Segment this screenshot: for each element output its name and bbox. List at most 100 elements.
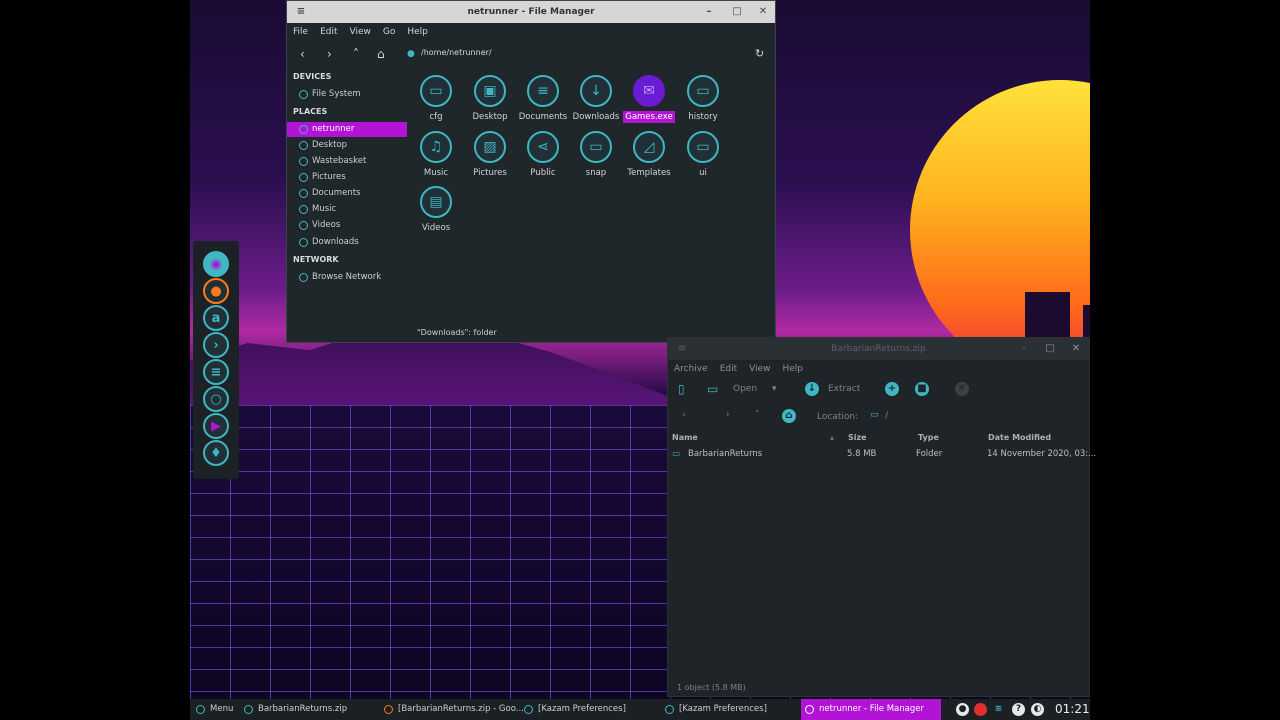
- store-icon[interactable]: a: [203, 305, 229, 331]
- app-dock: ◉ ● a › ≡ ○ ▶ ♦: [193, 241, 239, 479]
- forward-icon[interactable]: ›: [726, 410, 730, 420]
- open-folder-icon[interactable]: ▭: [707, 382, 718, 396]
- templates-folder-icon: ◿: [633, 131, 665, 163]
- sidebar-item-file-system[interactable]: File System: [287, 87, 407, 102]
- file-item-snap[interactable]: ▭ snap: [568, 131, 624, 179]
- file-item-history[interactable]: ▭ history: [675, 75, 731, 123]
- extract-icon[interactable]: ↓: [805, 382, 819, 396]
- sidebar-item-documents[interactable]: Documents: [287, 186, 407, 201]
- close-icon[interactable]: ✕: [755, 4, 771, 20]
- new-archive-icon[interactable]: ▯: [678, 382, 685, 396]
- menu-edit[interactable]: Edit: [314, 23, 343, 41]
- file-item-downloads[interactable]: ↓ Downloads: [568, 75, 624, 123]
- devices-header: DEVICES: [293, 72, 332, 81]
- file-item-videos[interactable]: ▤ Videos: [408, 186, 464, 234]
- minimize-icon[interactable]: –: [701, 4, 717, 20]
- file-item-documents[interactable]: ≡ Documents: [515, 75, 571, 123]
- network-icon[interactable]: ≋: [992, 703, 1005, 716]
- up-icon[interactable]: ˄: [755, 410, 760, 420]
- refresh-icon[interactable]: ↻: [755, 41, 764, 67]
- archive-titlebar[interactable]: ≡ BarbarianReturns.zip – □ ✕: [668, 338, 1089, 360]
- sidebar-item-pictures[interactable]: Pictures: [287, 170, 407, 185]
- navigation-toolbar: ‹ › ˄ ⌂ ● ↻: [287, 41, 775, 67]
- open-dropdown-icon[interactable]: ▾: [772, 384, 777, 394]
- drive-icon: [299, 90, 308, 99]
- file-item-music[interactable]: ♫ Music: [408, 131, 464, 179]
- search-icon[interactable]: ○: [203, 386, 229, 412]
- task-file-manager[interactable]: netrunner - File Manager: [801, 699, 941, 720]
- file-item-templates[interactable]: ◿ Templates: [621, 131, 677, 179]
- file-manager-icon: [805, 705, 814, 714]
- chat-icon[interactable]: ●: [956, 703, 969, 716]
- menu-file[interactable]: File: [287, 23, 314, 41]
- media-player-icon[interactable]: ▶: [203, 413, 229, 439]
- window-menu-icon[interactable]: ≡: [293, 4, 309, 20]
- menu-view[interactable]: View: [344, 23, 377, 41]
- file-item-games-exe[interactable]: ✉ Games.exe: [621, 75, 677, 123]
- archive-menu-bar: Archive Edit View Help: [668, 360, 1089, 378]
- settings-sliders-icon[interactable]: ≡: [203, 359, 229, 385]
- file-item-pictures[interactable]: ▨ Pictures: [462, 131, 518, 179]
- menu-view[interactable]: View: [743, 360, 776, 378]
- sidebar-item-browse-network[interactable]: Browse Network: [287, 270, 407, 285]
- file-item-desktop[interactable]: ▣ Desktop: [462, 75, 518, 123]
- sidebar-item-downloads[interactable]: Downloads: [287, 235, 407, 250]
- volume-icon[interactable]: ◐: [1031, 703, 1044, 716]
- sidebar-item-videos[interactable]: Videos: [287, 218, 407, 233]
- folder-icon: ▭: [420, 75, 452, 107]
- menu-help[interactable]: Help: [401, 23, 434, 41]
- file-manager-titlebar[interactable]: ≡ netrunner - File Manager – □ ✕: [287, 1, 775, 23]
- task-archive[interactable]: BarbarianReturns.zip: [240, 699, 347, 720]
- help-icon[interactable]: ?: [1012, 703, 1025, 716]
- task-browser[interactable]: [BarbarianReturns.zip - Goo...: [380, 699, 524, 720]
- location-value[interactable]: /: [885, 411, 888, 421]
- maximize-icon[interactable]: □: [1042, 341, 1058, 357]
- task-kazam-1[interactable]: [Kazam Preferences]: [520, 699, 626, 720]
- firefox-icon[interactable]: ●: [203, 278, 229, 304]
- menu-go[interactable]: Go: [377, 23, 401, 41]
- taskbar: Menu BarbarianReturns.zip [BarbarianRetu…: [190, 699, 1090, 720]
- sidebar-item-wastebasket[interactable]: Wastebasket: [287, 154, 407, 169]
- file-item-cfg[interactable]: ▭ cfg: [408, 75, 464, 123]
- menu-button[interactable]: Menu: [192, 699, 233, 720]
- record-icon[interactable]: [974, 703, 987, 716]
- clock[interactable]: 01:21: [1055, 699, 1090, 720]
- menu-bar: File Edit View Go Help: [287, 23, 775, 41]
- terminal-icon[interactable]: ›: [203, 332, 229, 358]
- back-icon[interactable]: ‹: [300, 41, 305, 67]
- sidebar-item-netrunner[interactable]: netrunner: [287, 122, 407, 137]
- back-icon[interactable]: ‹: [682, 410, 686, 420]
- location-folder-icon: ▭: [870, 410, 879, 420]
- path-bar[interactable]: /home/netrunner/: [421, 48, 492, 57]
- extract-button[interactable]: Extract: [828, 384, 860, 394]
- file-item-public[interactable]: ⋖ Public: [515, 131, 571, 179]
- dock-app-icon[interactable]: ◉: [203, 251, 229, 277]
- add-icon[interactable]: +: [885, 382, 899, 396]
- close-icon[interactable]: ✕: [1068, 341, 1084, 357]
- column-size[interactable]: Size: [848, 433, 867, 442]
- column-name[interactable]: Name: [672, 433, 698, 442]
- column-date[interactable]: Date Modified: [988, 433, 1051, 442]
- pictures-folder-icon: ▨: [474, 131, 506, 163]
- menu-help[interactable]: Help: [776, 360, 809, 378]
- column-type[interactable]: Type: [918, 433, 939, 442]
- launcher-icon[interactable]: ♦: [203, 440, 229, 466]
- forward-icon[interactable]: ›: [327, 41, 332, 67]
- file-item-ui[interactable]: ▭ ui: [675, 131, 731, 179]
- sidebar-item-desktop[interactable]: Desktop: [287, 138, 407, 153]
- home-icon[interactable]: ⌂: [782, 409, 796, 423]
- home-icon[interactable]: ⌂: [377, 41, 385, 67]
- documents-folder-icon: ≡: [527, 75, 559, 107]
- stop-icon[interactable]: ■: [915, 382, 929, 396]
- menu-archive[interactable]: Archive: [668, 360, 714, 378]
- folder-icon: ▭: [580, 131, 612, 163]
- menu-edit[interactable]: Edit: [714, 360, 743, 378]
- sidebar-item-music[interactable]: Music: [287, 202, 407, 217]
- minimize-icon[interactable]: –: [1016, 341, 1032, 357]
- up-icon[interactable]: ˄: [353, 41, 359, 67]
- delete-icon[interactable]: ✕: [955, 382, 969, 396]
- window-menu-icon[interactable]: ≡: [674, 341, 690, 357]
- maximize-icon[interactable]: □: [729, 4, 745, 20]
- task-kazam-2[interactable]: [Kazam Preferences]: [661, 699, 767, 720]
- open-button[interactable]: Open: [733, 384, 757, 394]
